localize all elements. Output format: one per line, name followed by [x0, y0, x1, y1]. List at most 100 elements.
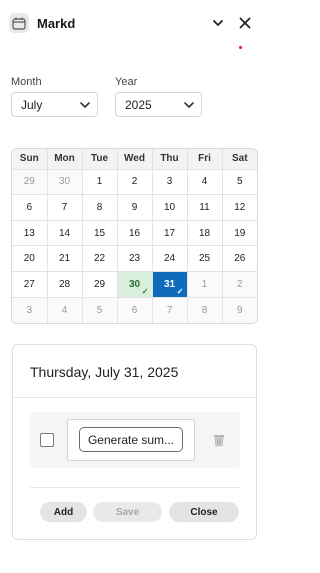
calendar-day[interactable]: 24	[152, 245, 188, 273]
weekday-header: Mon	[47, 149, 83, 170]
calendar-day[interactable]: 20	[12, 245, 48, 273]
weekday-header: Fri	[187, 149, 223, 170]
calendar-day[interactable]: 18	[187, 220, 223, 247]
day-number: 6	[131, 304, 138, 316]
weekday-header: Tue	[82, 149, 118, 170]
year-select[interactable]: 2025	[115, 92, 202, 117]
calendar-day[interactable]: 7	[47, 194, 83, 221]
calendar-day[interactable]: 13	[12, 220, 48, 247]
calendar-day[interactable]: 17	[152, 220, 188, 247]
calendar-day[interactable]: 27	[12, 271, 48, 298]
day-number: 15	[93, 227, 106, 239]
year-value: 2025	[125, 97, 152, 112]
check-icon: ✓	[141, 286, 149, 296]
calendar-day[interactable]: 1	[82, 169, 118, 196]
delete-button[interactable]	[212, 433, 226, 447]
notification-dot	[239, 46, 242, 49]
day-number: 1	[96, 176, 103, 188]
calendar-day[interactable]: 22	[82, 245, 118, 273]
calendar-day[interactable]: 12	[222, 194, 257, 221]
divider	[30, 487, 240, 488]
calendar-day[interactable]: 28	[47, 271, 83, 298]
day-number: 19	[234, 227, 246, 239]
calendar-grid: Sun Mon Tue Wed Thu Fri Sat 29 30 1 2 3 4 5 6 7 8 9 10 11 1…	[11, 148, 258, 324]
calendar-day-outside-month[interactable]: 30	[47, 169, 83, 196]
year-label: Year	[115, 76, 138, 88]
weekday-header: Wed	[117, 149, 153, 170]
day-number: 9	[131, 201, 138, 213]
calendar-day[interactable]: 15	[82, 220, 118, 247]
calendar-day[interactable]: 29	[82, 271, 118, 298]
calendar-day-selected[interactable]: 31 ✓	[152, 271, 188, 298]
day-number: 20	[23, 253, 35, 265]
weekday-header: Sun	[12, 149, 48, 170]
todo-item: Generate sum...	[30, 412, 240, 468]
calendar-day-outside-month[interactable]: 6	[117, 297, 153, 323]
day-number: 8	[96, 201, 103, 213]
calendar-day-outside-month[interactable]: 5	[82, 297, 118, 323]
calendar-day-outside-month[interactable]: 29	[12, 169, 48, 196]
calendar-day-outside-month[interactable]: 8	[187, 297, 223, 323]
calendar-day[interactable]: 2	[117, 169, 153, 196]
day-number: 7	[61, 201, 68, 213]
day-number: 17	[163, 227, 176, 239]
day-number: 13	[23, 227, 35, 239]
calendar-day[interactable]: 6	[12, 194, 48, 221]
day-detail-panel: Thursday, July 31, 2025 Generate sum... …	[12, 344, 257, 540]
calendar-day[interactable]: 25	[187, 245, 223, 273]
close-button[interactable]	[236, 14, 254, 32]
calendar-week-row: 13 14 15 16 17 18 19	[12, 220, 257, 247]
calendar-day-outside-month[interactable]: 4	[47, 297, 83, 323]
calendar-day[interactable]: 23	[117, 245, 153, 273]
day-number: 11	[199, 201, 210, 213]
calendar-day[interactable]: 10	[152, 194, 188, 221]
day-number: 9	[236, 304, 243, 316]
day-number: 14	[58, 227, 71, 239]
todo-item-button[interactable]: Generate sum...	[79, 427, 183, 452]
close-icon	[239, 17, 251, 29]
month-label: Month	[11, 76, 42, 88]
calendar-week-row: 27 28 29 30 ✓ 31 ✓ 1 2	[12, 271, 257, 298]
calendar-day-marked[interactable]: 30 ✓	[117, 271, 153, 298]
calendar-day[interactable]: 9	[117, 194, 153, 221]
day-number: 26	[234, 253, 246, 265]
trash-icon	[214, 435, 224, 447]
day-number: 29	[23, 176, 35, 188]
day-number: 7	[166, 304, 173, 316]
todo-checkbox[interactable]	[40, 433, 54, 447]
collapse-button[interactable]	[209, 14, 227, 32]
calendar-week-row: 6 7 8 9 10 11 12	[12, 194, 257, 221]
day-number: 10	[163, 201, 176, 213]
calendar-day[interactable]: 5	[222, 169, 257, 196]
calendar-day-outside-month[interactable]: 7	[152, 297, 188, 323]
day-number: 4	[61, 304, 68, 316]
check-icon: ✓	[176, 286, 184, 296]
day-number: 2	[131, 176, 138, 188]
calendar-day[interactable]: 11	[187, 194, 223, 221]
calendar-day-outside-month[interactable]: 2	[222, 271, 257, 298]
day-number: 30	[128, 278, 141, 290]
month-select[interactable]: July	[11, 92, 98, 117]
day-number: 30	[58, 176, 71, 188]
calendar-day[interactable]: 19	[222, 220, 257, 247]
close-panel-button[interactable]: Close	[169, 502, 239, 522]
calendar-day[interactable]: 21	[47, 245, 83, 273]
day-number: 3	[166, 176, 173, 188]
add-button[interactable]: Add	[40, 502, 87, 522]
day-number: 5	[96, 304, 103, 316]
save-button[interactable]: Save	[93, 502, 162, 522]
calendar-week-row: 20 21 22 23 24 25 26	[12, 245, 257, 273]
divider	[13, 397, 256, 398]
calendar-day-outside-month[interactable]: 1	[187, 271, 223, 298]
calendar-day-outside-month[interactable]: 9	[222, 297, 257, 323]
calendar-day[interactable]: 8	[82, 194, 118, 221]
calendar-day[interactable]: 16	[117, 220, 153, 247]
calendar-day[interactable]: 14	[47, 220, 83, 247]
calendar-day[interactable]: 26	[222, 245, 257, 273]
selected-date-title: Thursday, July 31, 2025	[30, 364, 179, 380]
calendar-day-outside-month[interactable]: 3	[12, 297, 48, 323]
calendar-day[interactable]: 3	[152, 169, 188, 196]
calendar-day[interactable]: 4	[187, 169, 223, 196]
day-number: 23	[128, 253, 141, 265]
weekday-header: Thu	[152, 149, 188, 170]
